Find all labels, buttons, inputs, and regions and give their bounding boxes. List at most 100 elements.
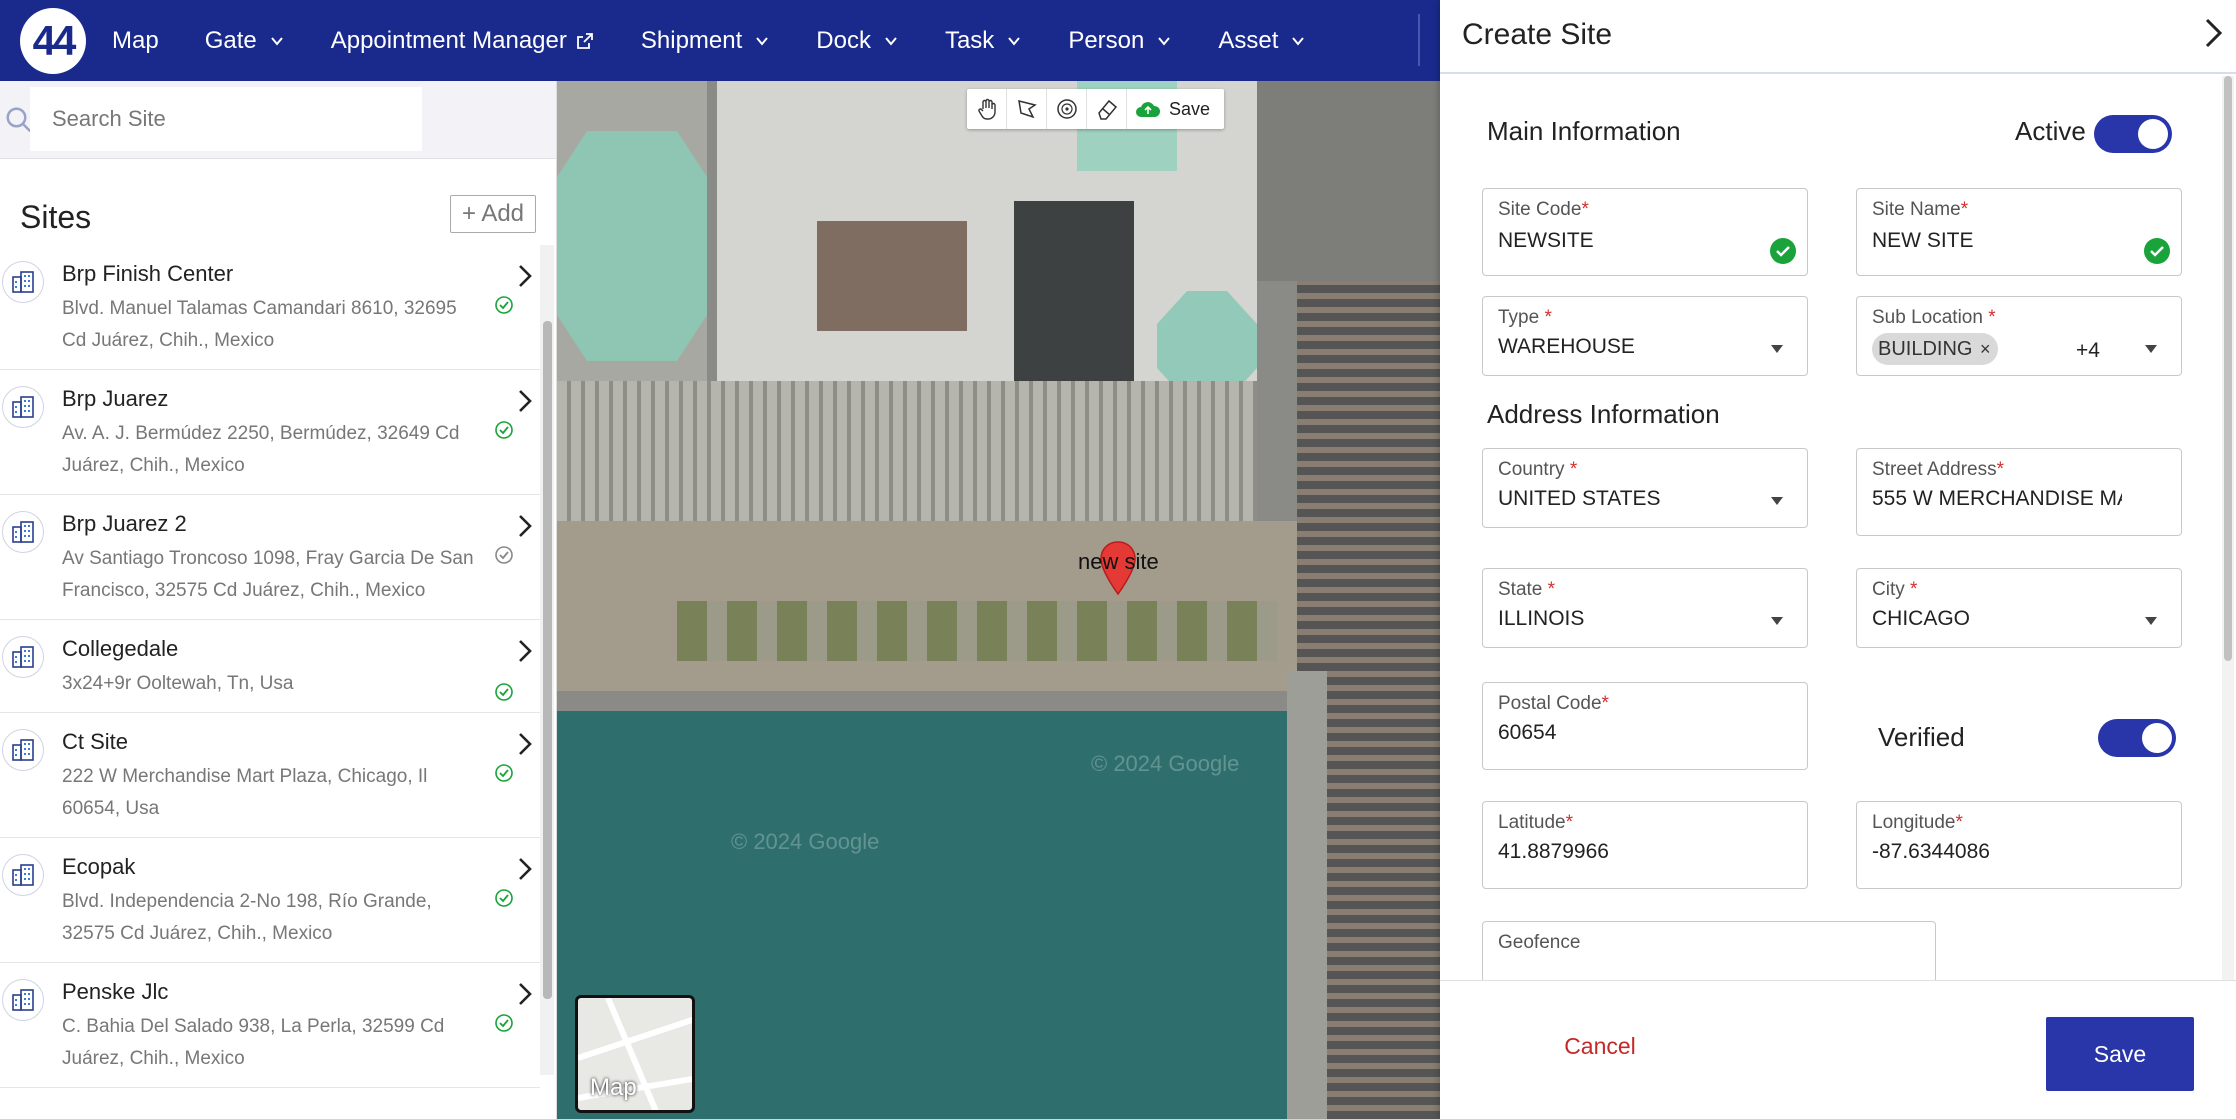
site-list-item[interactable]: Brp Finish Center Blvd. Manuel Talamas Ca… xyxy=(0,245,540,370)
erase-tool-button[interactable] xyxy=(1087,89,1127,129)
city-select[interactable]: City * CHICAGO xyxy=(1856,568,2182,648)
chevron-down-icon xyxy=(1008,36,1021,46)
add-site-button[interactable]: + Add xyxy=(450,195,536,233)
eraser-icon xyxy=(1097,99,1117,120)
chevron-right-icon[interactable] xyxy=(514,263,536,289)
chevron-down-icon xyxy=(1158,36,1171,46)
building-icon xyxy=(2,854,44,896)
site-list-item[interactable]: Brp Juarez 2 Av Santiago Troncoso 1098, F… xyxy=(0,495,540,620)
verified-toggle[interactable] xyxy=(2098,719,2176,757)
site-list-item[interactable]: Penske Jlc C. Bahia Del Salado 938, La Pe… xyxy=(0,963,540,1088)
nav-item-label: Person xyxy=(1068,26,1145,54)
drawer-scroll-thumb[interactable] xyxy=(2224,76,2232,661)
postal-code-label: Postal Code* xyxy=(1498,693,1609,714)
caret-down-icon xyxy=(2145,617,2157,625)
pan-tool-button[interactable] xyxy=(967,89,1007,129)
search-site-input[interactable] xyxy=(30,87,422,151)
latitude-field[interactable]: Latitude* 41.8879966 xyxy=(1482,801,1808,889)
map-watermark: © 2024 Google xyxy=(1091,751,1240,776)
nav-item-task[interactable]: Task xyxy=(945,27,1022,55)
map-roof xyxy=(557,131,707,361)
active-toggle[interactable] xyxy=(2094,115,2172,153)
longitude-value: -87.6344086 xyxy=(1872,840,1990,863)
nav-item-gate[interactable]: Gate xyxy=(205,27,285,55)
map-type-toggle[interactable]: Map xyxy=(575,995,695,1113)
site-address: Blvd. Independencia 2-No 198, Río Grande… xyxy=(62,891,432,944)
nav-item-map[interactable]: Map xyxy=(112,27,159,55)
nav-item-person[interactable]: Person xyxy=(1068,27,1172,55)
type-label: Type * xyxy=(1498,307,1552,328)
chevron-right-icon[interactable] xyxy=(514,981,536,1007)
nav-item-appointment-manager[interactable]: Appointment Manager xyxy=(331,27,595,55)
street-address-label: Street Address* xyxy=(1872,459,2005,480)
geofence-field[interactable]: Geofence xyxy=(1482,921,1936,980)
polygon-tool-button[interactable] xyxy=(1007,89,1047,129)
state-label: State * xyxy=(1498,579,1556,600)
chevron-right-icon[interactable] xyxy=(514,856,536,882)
country-select[interactable]: Country * UNITED STATES xyxy=(1482,448,1808,528)
create-site-drawer: Create Site Main Information Active Site… xyxy=(1440,0,2236,1119)
nav-item-label: Dock xyxy=(816,26,871,54)
street-address-field[interactable]: Street Address* 555 W MERCHANDISE MART P… xyxy=(1856,448,2182,536)
circle-icon xyxy=(1056,99,1077,119)
circle-tool-button[interactable] xyxy=(1047,89,1087,129)
verified-check-icon xyxy=(495,296,513,314)
chip-remove-icon[interactable]: × xyxy=(1980,333,1991,365)
nav-item-label: Task xyxy=(944,26,995,54)
sub-location-select[interactable]: Sub Location * BUILDING × +4 xyxy=(1856,296,2182,376)
toggle-knob xyxy=(2142,723,2172,753)
postal-code-value: 60654 xyxy=(1498,721,1557,744)
chevron-right-icon[interactable] xyxy=(514,731,536,757)
city-value: CHICAGO xyxy=(1872,607,1971,630)
nav-item-asset[interactable]: Asset xyxy=(1218,27,1306,55)
geofence-label: Geofence xyxy=(1498,932,1581,953)
site-address: C. Bahia Del Salado 938, La Perla, 32599… xyxy=(62,1016,445,1069)
app-logo[interactable]: 44 xyxy=(20,7,86,74)
map-save-button[interactable]: Save xyxy=(1127,99,1224,120)
polygon-icon xyxy=(1017,99,1037,119)
country-label: Country * xyxy=(1498,459,1578,480)
map-trees xyxy=(677,601,1277,661)
site-list-item[interactable]: Ct Site 222 W Merchandise Mart Plaza, Chi… xyxy=(0,713,540,838)
nav-item-dock[interactable]: Dock xyxy=(816,27,899,55)
drawer-title: Create Site xyxy=(1462,18,1613,51)
save-button[interactable]: Save xyxy=(2046,1017,2194,1091)
cancel-button[interactable]: Cancel xyxy=(1530,1021,1670,1071)
map-pier xyxy=(1287,671,1327,1119)
site-list-item[interactable]: Ecopak Blvd. Independencia 2-No 198, Río … xyxy=(0,838,540,963)
site-name-field[interactable]: Site Name* NEW SITE xyxy=(1856,188,2182,276)
site-code-field[interactable]: Site Code* NEWSITE xyxy=(1482,188,1808,276)
latitude-label: Latitude* xyxy=(1498,812,1574,833)
site-list-item[interactable]: Brp Juarez Av. A. J. Bermúdez 2250, Bermú… xyxy=(0,370,540,495)
active-label: Active xyxy=(2015,116,2086,146)
chevron-right-icon[interactable] xyxy=(514,513,536,539)
verified-check-icon xyxy=(495,1014,513,1032)
chevron-right-icon[interactable] xyxy=(514,638,536,664)
site-name-value: NEW SITE xyxy=(1872,229,1974,252)
postal-code-field[interactable]: Postal Code* 60654 xyxy=(1482,682,1808,770)
nav-item-label: Appointment Manager xyxy=(330,26,567,54)
address-info-title: Address Information xyxy=(1487,399,1720,429)
unverified-check-icon xyxy=(495,546,513,564)
chevron-right-icon[interactable] xyxy=(514,388,536,414)
city-label: City * xyxy=(1872,579,1918,600)
building-icon xyxy=(2,261,44,303)
drawing-toolbar: Save xyxy=(967,89,1225,129)
chevron-down-icon xyxy=(270,36,283,46)
site-name: Brp Finish Center xyxy=(62,261,234,286)
chevron-right-icon[interactable] xyxy=(2198,16,2228,50)
satellite-map[interactable]: © 2024 Google © 2024 Google new site Sav… xyxy=(557,81,1440,1119)
longitude-field[interactable]: Longitude* -87.6344086 xyxy=(1856,801,2182,889)
sites-scroll-thumb[interactable] xyxy=(543,321,552,999)
toggle-knob xyxy=(2138,119,2168,149)
type-select[interactable]: Type * WAREHOUSE xyxy=(1482,296,1808,376)
state-select[interactable]: State * ILLINOIS xyxy=(1482,568,1808,648)
nav-item-label: Shipment xyxy=(640,26,743,54)
nav-item-shipment[interactable]: Shipment xyxy=(641,27,770,55)
building-icon xyxy=(2,511,44,553)
hand-icon xyxy=(977,98,996,120)
sites-scrollbar[interactable] xyxy=(540,245,554,1075)
site-list-item[interactable]: Collegedale 3x24+9r Ooltewah, Tn, Usa xyxy=(0,620,540,713)
site-name: Brp Juarez xyxy=(62,386,169,411)
drawer-scrollbar[interactable] xyxy=(2222,76,2234,980)
